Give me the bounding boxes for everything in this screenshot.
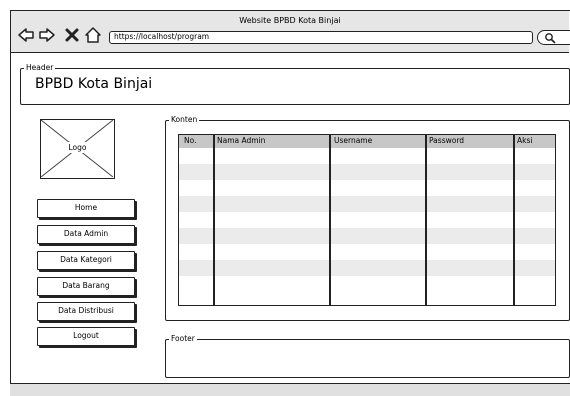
window-title: Website BPBD Kota Binjai xyxy=(239,16,341,25)
table-row[interactable] xyxy=(179,196,555,212)
menu-home-button[interactable]: Home xyxy=(37,199,135,218)
menu-logout-button[interactable]: Logout xyxy=(37,327,135,346)
table-row[interactable] xyxy=(179,244,555,260)
footer-panel: Footer xyxy=(165,334,570,378)
table-row[interactable] xyxy=(179,148,555,164)
column-divider xyxy=(329,135,331,305)
table-row[interactable] xyxy=(179,276,555,292)
column-header-no: No. xyxy=(184,136,197,145)
admin-table: No. Nama Admin Username Password Aksi xyxy=(178,134,556,306)
forward-arrow-icon[interactable] xyxy=(38,26,56,44)
menu-data-admin-button[interactable]: Data Admin xyxy=(37,225,135,244)
back-arrow-icon[interactable] xyxy=(17,26,35,44)
menu-data-kategori-button[interactable]: Data Kategori xyxy=(37,251,135,270)
logo-label: Logo xyxy=(64,142,91,153)
column-divider xyxy=(213,135,215,305)
column-header-username: Username xyxy=(334,136,373,145)
content-legend: Konten xyxy=(169,115,200,125)
table-row[interactable] xyxy=(179,212,555,228)
address-bar[interactable]: https://localhost/program xyxy=(109,31,533,44)
search-box[interactable] xyxy=(537,30,570,45)
search-icon xyxy=(545,33,556,44)
footer-legend: Footer xyxy=(169,334,197,344)
table-row[interactable] xyxy=(179,260,555,276)
table-row[interactable] xyxy=(179,180,555,196)
column-divider xyxy=(513,135,515,305)
logo-image: Logo xyxy=(40,119,115,179)
table-row[interactable] xyxy=(179,164,555,180)
column-header-aksi: Aksi xyxy=(517,136,533,145)
menu-data-distribusi-button[interactable]: Data Distribusi xyxy=(37,302,135,321)
close-icon[interactable] xyxy=(63,26,81,44)
column-divider xyxy=(425,135,427,305)
table-row[interactable] xyxy=(179,228,555,244)
column-header-password: Password xyxy=(429,136,465,145)
status-bar xyxy=(10,383,570,396)
column-header-nama-admin: Nama Admin xyxy=(217,136,266,145)
header-panel: Header BPBD Kota Binjai xyxy=(20,63,570,105)
header-legend: Header xyxy=(24,63,56,73)
home-icon[interactable] xyxy=(84,26,102,44)
menu-data-barang-button[interactable]: Data Barang xyxy=(37,277,135,296)
browser-toolbar: Website BPBD Kota Binjai https://localho… xyxy=(11,11,570,53)
page-title: BPBD Kota Binjai xyxy=(35,76,153,92)
